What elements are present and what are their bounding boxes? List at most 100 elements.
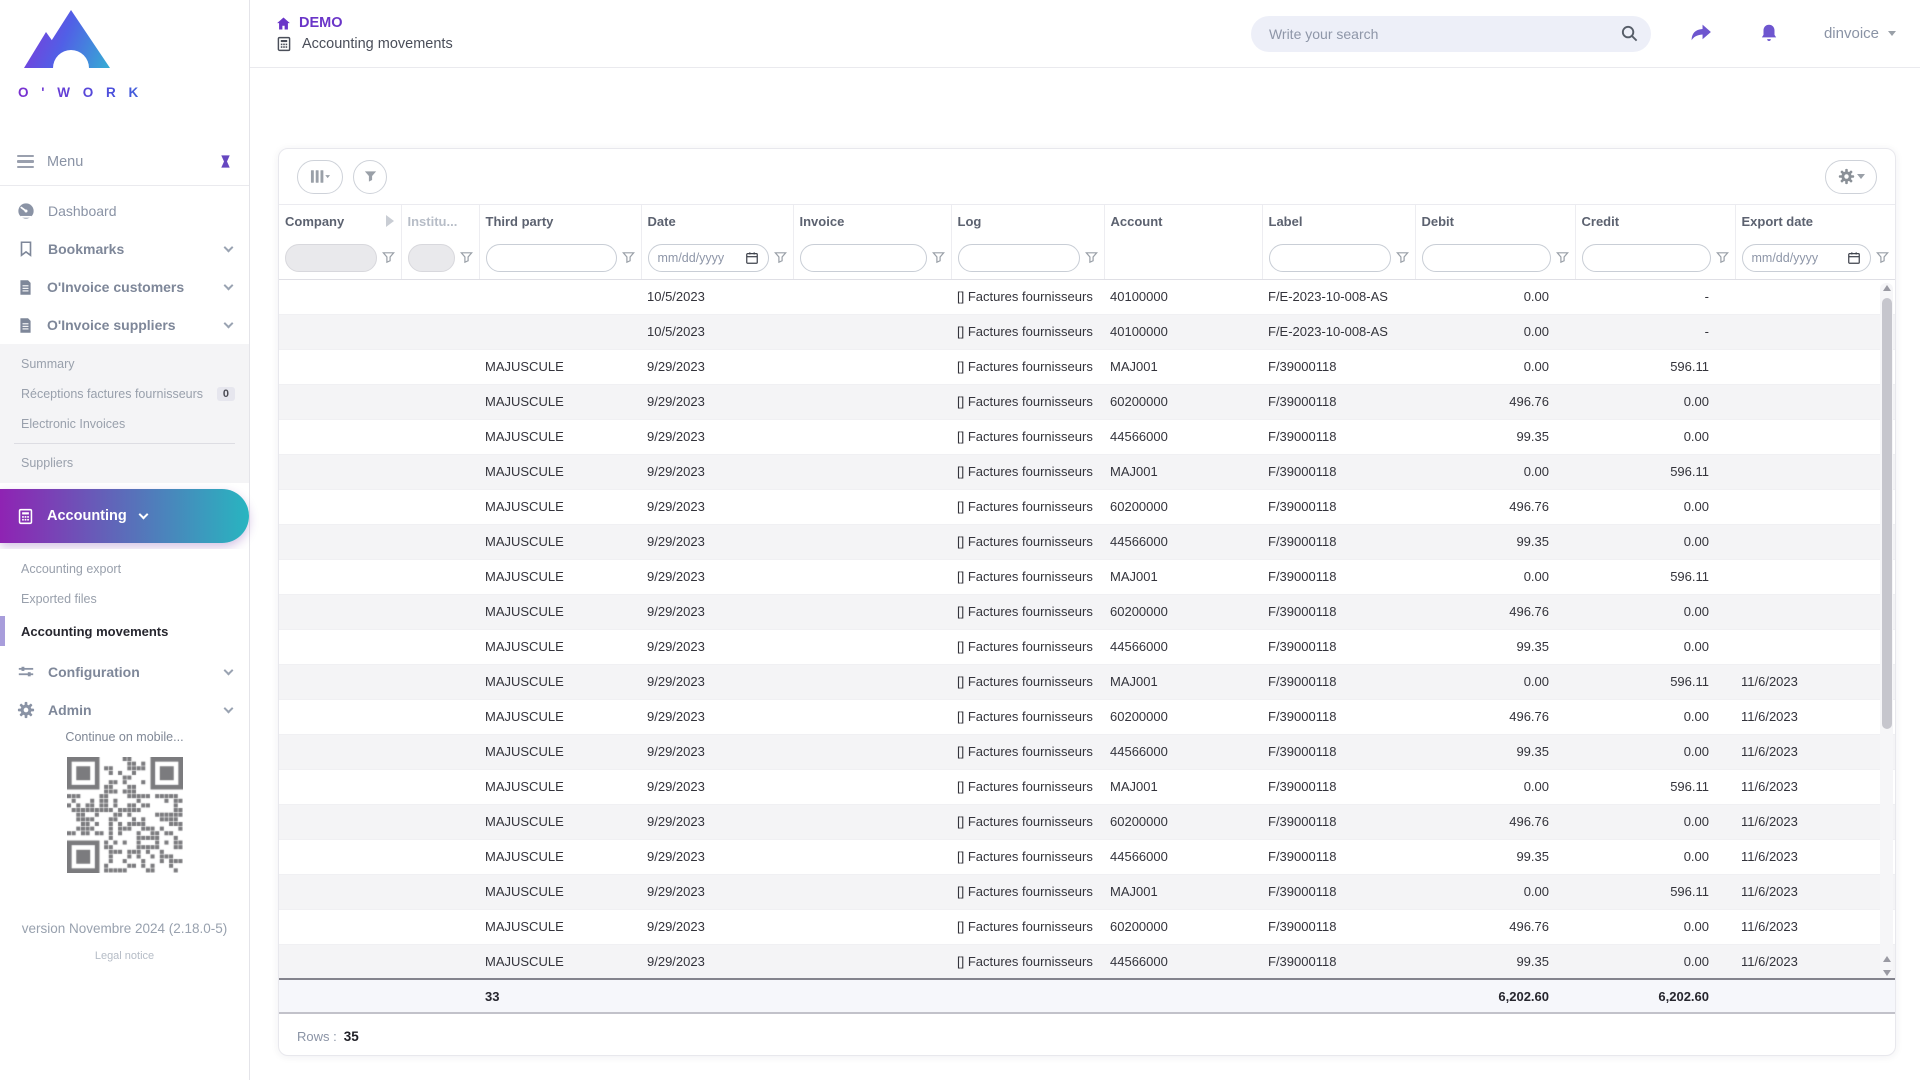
settings-button[interactable]	[1825, 159, 1877, 194]
funnel-icon[interactable]	[1715, 250, 1730, 265]
sidebar-item-exported-files[interactable]: Exported files	[0, 584, 249, 614]
funnel-icon[interactable]	[931, 250, 946, 265]
notifications-button[interactable]	[1758, 22, 1780, 45]
credit-filter-input[interactable]	[1591, 250, 1701, 265]
col-header-date[interactable]: Date	[641, 205, 794, 237]
filter-button[interactable]	[353, 159, 387, 194]
cell-account: 44566000	[1104, 734, 1262, 770]
site-home[interactable]: DEMO	[276, 15, 453, 31]
funnel-icon[interactable]	[1875, 250, 1890, 265]
table-row[interactable]: MAJUSCULE 9/29/2023 [] Factures fournisseu…	[279, 769, 1895, 805]
cell-invoice	[793, 314, 951, 350]
label-filter-input[interactable]	[1278, 250, 1381, 265]
pin-icon[interactable]	[218, 154, 233, 169]
table-row[interactable]: MAJUSCULE 9/29/2023 [] Factures fournisseu…	[279, 489, 1895, 525]
cell-label: F/39000118	[1262, 664, 1415, 700]
sidebar-item-oinvoice-customers[interactable]: O'Invoice customers	[0, 268, 249, 306]
funnel-icon[interactable]	[381, 250, 396, 265]
calendar-icon[interactable]	[745, 251, 759, 265]
sidebar-item-accounting[interactable]: Accounting	[0, 489, 249, 543]
cell-company	[279, 699, 401, 735]
funnel-icon[interactable]	[1555, 250, 1570, 265]
sidebar-item-electronic-invoices[interactable]: Electronic Invoices	[0, 409, 249, 439]
funnel-icon[interactable]	[1084, 250, 1099, 265]
sidebar-item-bookmarks[interactable]: Bookmarks	[0, 230, 249, 268]
table-row[interactable]: 10/5/2023 [] Factures fournisseurs 4010000…	[279, 279, 1895, 315]
hamburger-icon[interactable]	[17, 154, 34, 169]
table-row[interactable]: MAJUSCULE 9/29/2023 [] Factures fournisseu…	[279, 524, 1895, 560]
cell-date: 9/29/2023	[641, 594, 793, 630]
sidebar-item-summary[interactable]: Summary	[0, 349, 249, 379]
table-row[interactable]: MAJUSCULE 9/29/2023 [] Factures fournisseu…	[279, 454, 1895, 490]
table-scrollbar[interactable]	[1880, 283, 1893, 978]
col-header-credit[interactable]: Credit	[1575, 205, 1736, 237]
columns-button[interactable]	[297, 159, 343, 194]
cell-third-party: MAJUSCULE	[479, 559, 641, 595]
scroll-up-icon[interactable]	[1882, 285, 1891, 291]
cell-label: F/39000118	[1262, 489, 1415, 525]
gear-icon	[17, 701, 35, 719]
cell-date: 9/29/2023	[641, 489, 793, 525]
col-header-company[interactable]: Company	[279, 205, 402, 237]
calendar-icon[interactable]	[1847, 251, 1861, 265]
col-header-label[interactable]: Label	[1262, 205, 1416, 237]
col-header-debit[interactable]: Debit	[1415, 205, 1576, 237]
table-row[interactable]: MAJUSCULE 9/29/2023 [] Factures fournisseu…	[279, 874, 1895, 910]
cell-export-date	[1735, 594, 1895, 630]
table-row[interactable]: MAJUSCULE 9/29/2023 [] Factures fournisseu…	[279, 699, 1895, 735]
col-header-third-party[interactable]: Third party	[479, 205, 642, 237]
table-row[interactable]: MAJUSCULE 9/29/2023 [] Factures fournisseu…	[279, 944, 1895, 980]
col-header-account[interactable]: Account	[1104, 205, 1263, 237]
footer-cell	[641, 978, 793, 1014]
sidebar-item-accounting-movements[interactable]: Accounting movements	[0, 614, 249, 648]
col-header-invoice[interactable]: Invoice	[793, 205, 952, 237]
sidebar-item-admin[interactable]: Admin	[0, 691, 249, 729]
scroll-up-icon[interactable]	[1882, 956, 1891, 962]
table-row[interactable]: MAJUSCULE 9/29/2023 [] Factures fournisseu…	[279, 629, 1895, 665]
cell-debit: 99.35	[1415, 419, 1575, 455]
chevron-right-icon[interactable]	[385, 215, 400, 227]
table-row[interactable]: MAJUSCULE 9/29/2023 [] Factures fournisseu…	[279, 349, 1895, 385]
search-input[interactable]	[1268, 25, 1620, 42]
table-row[interactable]: MAJUSCULE 9/29/2023 [] Factures fournisseu…	[279, 419, 1895, 455]
table-row[interactable]: MAJUSCULE 9/29/2023 [] Factures fournisseu…	[279, 664, 1895, 700]
sidebar-item-configuration[interactable]: Configuration	[0, 653, 249, 691]
sub-item-label: Electronic Invoices	[21, 417, 126, 431]
col-header-log[interactable]: Log	[951, 205, 1105, 237]
scroll-down-icon[interactable]	[1882, 970, 1891, 976]
table-row[interactable]: MAJUSCULE 9/29/2023 [] Factures fournisseu…	[279, 384, 1895, 420]
funnel-icon[interactable]	[773, 250, 788, 265]
table-row[interactable]: MAJUSCULE 9/29/2023 [] Factures fournisseu…	[279, 839, 1895, 875]
cell-account: 44566000	[1104, 524, 1262, 560]
share-button[interactable]	[1689, 21, 1714, 46]
scrollbar-thumb[interactable]	[1881, 298, 1892, 729]
user-menu[interactable]: dinvoice	[1824, 25, 1896, 42]
sidebar-item-dashboard[interactable]: Dashboard	[0, 192, 249, 230]
table-row[interactable]: MAJUSCULE 9/29/2023 [] Factures fournisseu…	[279, 559, 1895, 595]
table-row[interactable]: 10/5/2023 [] Factures fournisseurs 4010000…	[279, 314, 1895, 350]
funnel-icon[interactable]	[621, 250, 636, 265]
funnel-icon[interactable]	[459, 250, 474, 265]
mobile-hint: Continue on mobile...	[65, 730, 184, 744]
cell-export-date: 11/6/2023	[1735, 734, 1895, 770]
third-party-filter-input[interactable]	[495, 250, 607, 265]
date-filter-input[interactable]	[657, 250, 741, 265]
table-row[interactable]: MAJUSCULE 9/29/2023 [] Factures fournisseu…	[279, 594, 1895, 630]
invoice-filter-input[interactable]	[809, 250, 917, 265]
sidebar-item-suppliers[interactable]: Suppliers	[0, 448, 249, 478]
table-row[interactable]: MAJUSCULE 9/29/2023 [] Factures fournisseu…	[279, 804, 1895, 840]
funnel-icon[interactable]	[1395, 250, 1410, 265]
sidebar-item-accounting-export[interactable]: Accounting export	[0, 554, 249, 584]
debit-filter-input[interactable]	[1431, 250, 1541, 265]
col-header-export-date[interactable]: Export date	[1735, 205, 1895, 237]
col-header-institution[interactable]: Institu...	[401, 205, 480, 237]
log-filter-input[interactable]	[967, 250, 1070, 265]
search-icon[interactable]	[1620, 24, 1639, 43]
legal-notice-link[interactable]: Legal notice	[0, 950, 249, 962]
table-row[interactable]: MAJUSCULE 9/29/2023 [] Factures fournisseu…	[279, 909, 1895, 945]
sidebar-item-oinvoice-suppliers[interactable]: O'Invoice suppliers	[0, 306, 249, 344]
cell-label: F/39000118	[1262, 384, 1415, 420]
export-date-filter-input[interactable]	[1751, 250, 1843, 265]
table-row[interactable]: MAJUSCULE 9/29/2023 [] Factures fournisseu…	[279, 734, 1895, 770]
sidebar-item-receptions[interactable]: Réceptions factures fournisseurs 0	[0, 379, 249, 409]
